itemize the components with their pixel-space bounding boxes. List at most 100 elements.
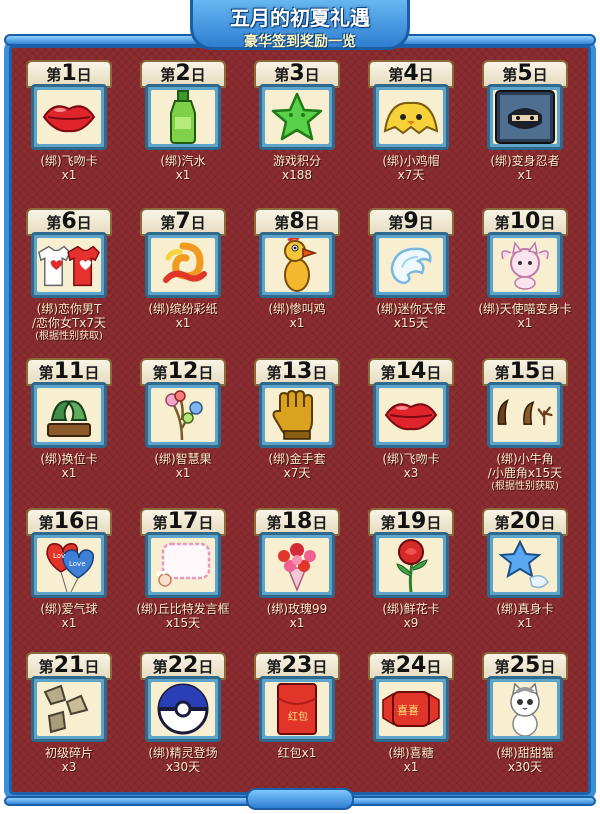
reward-card: 红包 bbox=[259, 676, 335, 742]
day-number: 16 bbox=[53, 509, 85, 534]
rose-bouquet-icon bbox=[265, 538, 329, 592]
reward-name: (绑)金手套 bbox=[268, 452, 326, 466]
reward-name: (绑)丘比特发言框 bbox=[136, 602, 230, 616]
reward-card bbox=[373, 84, 449, 150]
reward-quantity: x15天 bbox=[165, 616, 201, 630]
reward-name: (绑)换位卡 bbox=[40, 452, 98, 466]
reward-cell-day-12: 第12日 (绑)智慧果 x1 bbox=[128, 358, 238, 500]
reward-name: (绑)飞吻卡 bbox=[382, 452, 440, 466]
day-number: 25 bbox=[509, 653, 541, 678]
reward-card bbox=[487, 532, 563, 598]
day-number: 21 bbox=[53, 653, 85, 678]
reward-card bbox=[259, 84, 335, 150]
reward-card bbox=[145, 532, 221, 598]
reward-quantity: x3 bbox=[61, 760, 77, 774]
title-banner: 五月的初夏礼遇 豪华签到奖励一览 bbox=[190, 0, 410, 50]
reward-quantity: x188 bbox=[281, 168, 312, 182]
day-number: 3 bbox=[289, 61, 305, 86]
reward-name: (绑)爱气球 bbox=[40, 602, 98, 616]
day-number: 5 bbox=[517, 61, 533, 86]
day-prefix: 第 bbox=[38, 658, 54, 676]
balloon-text: Love bbox=[69, 560, 86, 568]
day-number: 10 bbox=[509, 209, 541, 234]
reward-name: (绑)喜糖 bbox=[388, 746, 434, 760]
day-suffix: 日 bbox=[190, 214, 206, 232]
day-number: 20 bbox=[509, 509, 541, 534]
reward-quantity: x1 bbox=[289, 316, 305, 330]
day-suffix: 日 bbox=[426, 514, 442, 532]
envelope-text: 红包 bbox=[288, 710, 308, 723]
reward-quantity: x3 bbox=[403, 466, 419, 480]
day-suffix: 日 bbox=[426, 364, 442, 382]
candy-text: 喜喜 bbox=[397, 704, 419, 717]
reward-label: (绑)天使喵变身卡 x1 bbox=[470, 302, 580, 330]
reward-name: (绑)甜甜猫 bbox=[496, 746, 554, 760]
reward-quantity: x7天 bbox=[283, 466, 311, 480]
reward-card bbox=[145, 84, 221, 150]
reward-label: (绑)小鸡帽 x7天 bbox=[356, 154, 466, 182]
swap-card-icon bbox=[37, 388, 101, 442]
reward-name: (绑)精灵登场 bbox=[148, 746, 218, 760]
day-prefix: 第 bbox=[502, 66, 518, 84]
reward-note: (根据性别获取) bbox=[491, 481, 559, 492]
reward-card bbox=[487, 232, 563, 298]
reward-card bbox=[487, 382, 563, 448]
reward-quantity: x1 bbox=[517, 168, 533, 182]
reward-note: (根据性别获取) bbox=[35, 331, 103, 342]
day-number: 15 bbox=[509, 359, 541, 384]
rose-icon bbox=[379, 538, 443, 592]
red-envelope-icon: 红包 bbox=[265, 682, 329, 736]
day-suffix: 日 bbox=[84, 364, 100, 382]
reward-label: (绑)飞吻卡 x3 bbox=[356, 452, 466, 480]
day-number: 8 bbox=[289, 209, 305, 234]
reward-card bbox=[31, 232, 107, 298]
reward-label: (绑)换位卡 x1 bbox=[14, 452, 124, 480]
reward-card bbox=[145, 382, 221, 448]
reward-quantity: x1 bbox=[175, 316, 191, 330]
reward-card: Lov Love bbox=[31, 532, 107, 598]
reward-label: 红包x1 bbox=[242, 746, 352, 760]
reward-cell-day-21: 第21日 初级碎片 x3 bbox=[14, 652, 124, 794]
reward-label: (绑)汽水 x1 bbox=[128, 154, 238, 182]
day-number: 12 bbox=[167, 359, 199, 384]
reward-label: (绑)鲜花卡 x9 bbox=[356, 602, 466, 630]
day-suffix: 日 bbox=[198, 364, 214, 382]
reward-label: (绑)金手套 x7天 bbox=[242, 452, 352, 480]
reward-card bbox=[259, 532, 335, 598]
reward-name: (绑)玫瑰99 bbox=[266, 602, 328, 616]
reward-label: 游戏积分 x188 bbox=[242, 154, 352, 182]
day-suffix: 日 bbox=[418, 66, 434, 84]
reward-name: 红包x1 bbox=[277, 746, 317, 760]
day-prefix: 第 bbox=[266, 658, 282, 676]
reward-cell-day-7: 第7日 (绑)缤纷彩纸 x1 bbox=[128, 208, 238, 350]
tshirt-icon bbox=[37, 238, 101, 292]
reward-name: (绑)小牛角 bbox=[496, 452, 554, 466]
reward-quantity: /恋你女Tx7天 bbox=[31, 316, 107, 330]
day-prefix: 第 bbox=[274, 66, 290, 84]
reward-cell-day-24: 第24日 喜喜 (绑)喜糖 x1 bbox=[356, 652, 466, 794]
reward-name: (绑)天使喵变身卡 bbox=[478, 302, 572, 316]
reward-cell-day-17: 第17日 (绑)丘比特发言框 x15天 bbox=[128, 508, 238, 650]
reward-name: (绑)变身忍者 bbox=[490, 154, 560, 168]
reward-quantity: /小鹿角x15天 bbox=[487, 466, 563, 480]
day-suffix: 日 bbox=[198, 658, 214, 676]
reward-card bbox=[487, 676, 563, 742]
reward-grid: 第1日 (绑)飞吻卡 x1 第2日 (绑)汽水 x1 第3日 游戏积分 x188 第4日 (绑)小鸡… bbox=[14, 60, 586, 790]
reward-quantity: x30天 bbox=[507, 760, 543, 774]
reward-name: 游戏积分 bbox=[272, 154, 321, 168]
reward-name: (绑)真身卡 bbox=[496, 602, 554, 616]
day-number: 1 bbox=[61, 61, 77, 86]
day-prefix: 第 bbox=[46, 214, 62, 232]
soda-bottle-icon bbox=[151, 90, 215, 144]
reward-cell-day-13: 第13日 (绑)金手套 x7天 bbox=[242, 358, 352, 500]
day-suffix: 日 bbox=[84, 514, 100, 532]
reward-name: (绑)小鸡帽 bbox=[382, 154, 440, 168]
day-prefix: 第 bbox=[274, 214, 290, 232]
reward-label: (绑)变身忍者 x1 bbox=[470, 154, 580, 182]
reward-name: (绑)惨叫鸡 bbox=[268, 302, 326, 316]
reward-cell-day-10: 第10日 (绑)天使喵变身卡 x1 bbox=[470, 208, 580, 350]
day-suffix: 日 bbox=[84, 658, 100, 676]
day-number: 24 bbox=[395, 653, 427, 678]
reward-name: (绑)迷你天使 bbox=[376, 302, 446, 316]
day-suffix: 日 bbox=[426, 658, 442, 676]
